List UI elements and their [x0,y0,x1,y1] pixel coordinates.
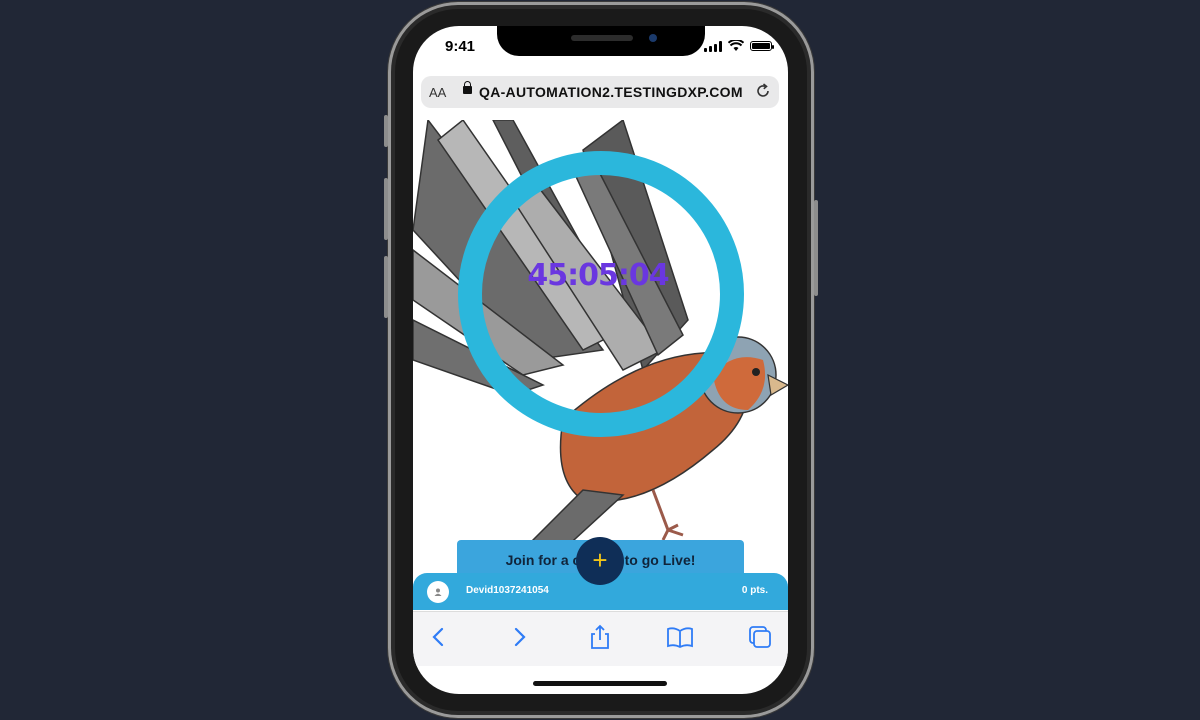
wifi-icon [728,40,744,51]
power-button [814,200,818,296]
countdown-timer: 45:05:04 [527,258,669,293]
text-size-label: AA [429,85,447,100]
browser-toolbar [413,611,788,666]
lock-icon [463,81,472,94]
address-bar[interactable]: AA QA-AUTOMATION2.TESTINGDXP.COM [421,76,779,108]
status-icons [704,40,774,52]
url-text[interactable]: QA-AUTOMATION2.TESTINGDXP.COM [479,84,743,100]
avatar[interactable] [427,581,449,603]
username: Devid1037241054 [466,585,549,596]
reload-icon[interactable] [754,82,772,100]
side-button [384,115,388,147]
camera [649,34,657,42]
text-size-button[interactable]: AA [429,85,446,100]
status-time: 9:41 [445,38,476,55]
timer-ring [458,151,744,437]
page-content: 45:05:04 Join for a chance to go Live! D… [413,120,788,610]
phone-screen: 9:41 AA QA-AUTOMATION2.TESTINGDXP.COM 45… [413,26,788,694]
signal-icon [704,40,722,52]
forward-icon[interactable] [504,622,534,652]
tabs-icon[interactable] [745,622,775,652]
speaker [571,35,633,41]
home-indicator[interactable] [533,681,667,686]
points-counter: 0 pts. [741,585,768,596]
notch [497,26,705,56]
user-icon [434,588,442,596]
back-icon[interactable] [424,622,454,652]
share-icon[interactable] [585,622,615,652]
volume-up-button [384,178,388,240]
add-button[interactable]: + [576,537,624,585]
battery-icon [750,41,774,51]
volume-down-button [384,256,388,318]
bookmarks-icon[interactable] [665,622,695,652]
